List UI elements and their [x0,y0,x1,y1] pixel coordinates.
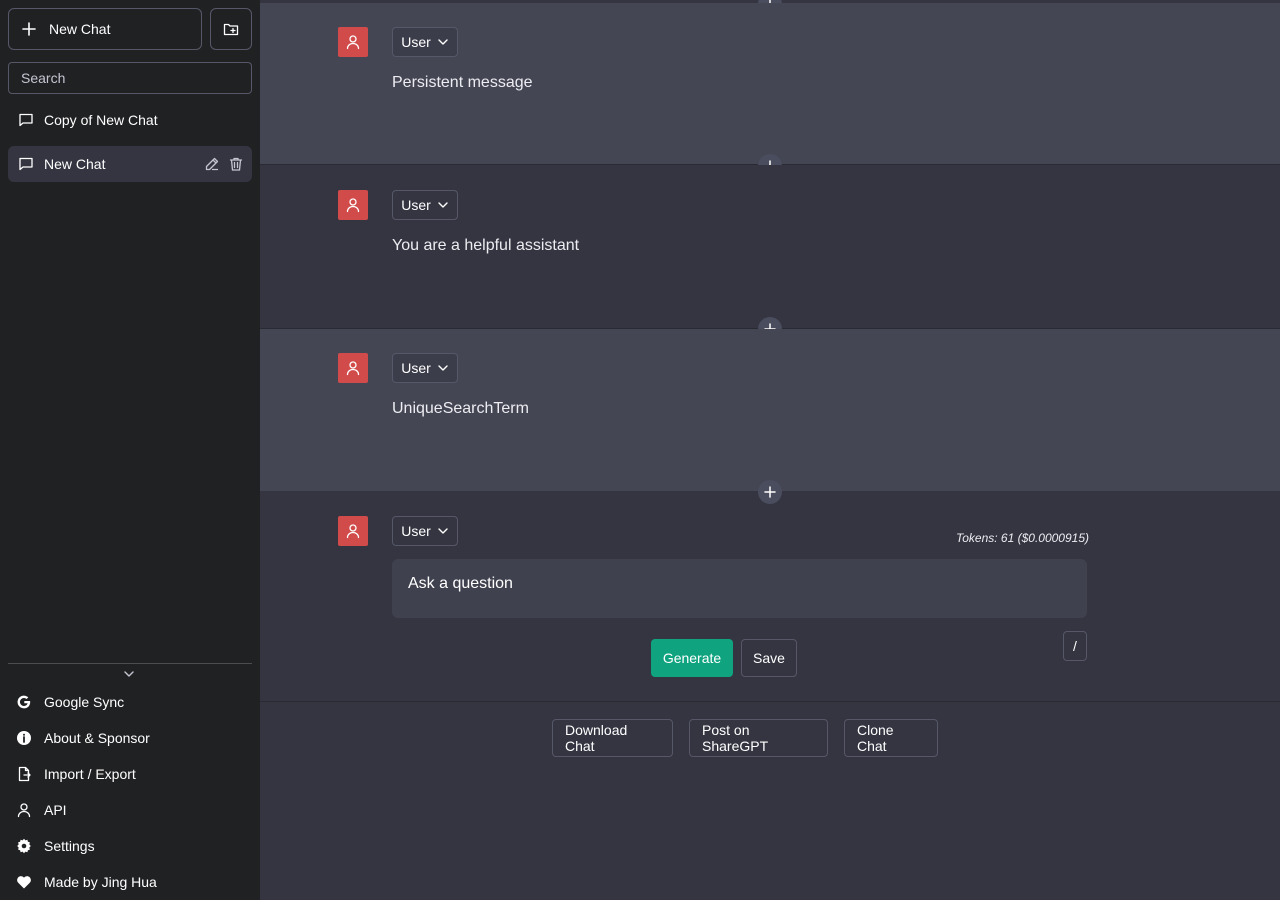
message-content[interactable]: UniqueSearchTerm [392,400,529,418]
chat-item-actions [204,156,244,172]
token-count: Tokens: 61 ($0.0000915) [956,531,1089,545]
message-content[interactable]: You are a helpful assistant [392,237,579,255]
chat-item-copy-of-new-chat[interactable]: Copy of New Chat [8,102,252,138]
role-select-value: User [401,197,431,213]
avatar [338,353,368,383]
heart-icon [17,876,31,889]
message-row: User You are a helpful assistant [260,165,1280,328]
person-icon [17,803,31,818]
pencil-icon[interactable] [204,156,220,172]
chat-item-label: Copy of New Chat [44,112,158,128]
plus-icon [764,486,776,498]
chevron-down-icon [438,202,448,208]
chat-bubble-icon [19,113,33,127]
new-folder-button[interactable] [210,8,252,50]
new-chat-button[interactable]: New Chat [8,8,202,50]
role-select[interactable]: User [392,190,458,220]
avatar [338,516,368,546]
sidebar-divider [8,663,252,664]
info-icon [17,731,31,745]
menu-item-import-export[interactable]: Import / Export [16,764,136,784]
menu-item-label: Made by Jing Hua [44,874,157,890]
folder-plus-icon [223,23,239,36]
generate-button[interactable]: Generate [651,639,733,677]
chevron-down-icon [438,528,448,534]
file-export-icon [18,766,31,782]
message-content[interactable]: Persistent message [392,74,533,92]
user-icon [346,524,360,539]
chevron-down-icon [438,365,448,371]
role-select-value: User [401,34,431,50]
message-row: User UniqueSearchTerm [260,329,1280,491]
avatar [338,190,368,220]
menu-item-label: Import / Export [44,766,136,782]
menu-item-label: Settings [44,838,95,854]
menu-item-label: About & Sponsor [44,730,150,746]
new-chat-label: New Chat [49,21,111,37]
composer-role-select[interactable]: User [392,516,458,546]
message-row: User Persistent message [260,3,1280,164]
menu-item-made-by[interactable]: Made by Jing Hua [16,872,157,892]
plus-icon [22,22,36,36]
menu-item-api[interactable]: API [16,800,67,820]
user-icon [346,198,360,213]
avatar [338,27,368,57]
menu-item-google-sync[interactable]: Google Sync [16,692,124,712]
chat-main: User Persistent message User You are a h… [260,0,1280,900]
menu-item-label: Google Sync [44,694,125,710]
save-button[interactable]: Save [741,639,797,677]
insert-message-button[interactable] [758,480,782,504]
share-gpt-button[interactable]: Post on ShareGPT [689,719,828,757]
role-select-value: User [401,360,431,376]
search-input[interactable] [8,62,252,94]
chevron-down-icon[interactable] [122,668,136,680]
chevron-down-icon [438,39,448,45]
menu-item-settings[interactable]: Settings [16,836,95,856]
chat-bubble-icon [19,157,33,171]
chat-item-label: New Chat [44,156,106,172]
role-select[interactable]: User [392,353,458,383]
user-icon [346,361,360,376]
message-input[interactable] [392,559,1087,618]
sidebar: New Chat Copy of New Chat New Chat Googl… [0,0,260,900]
role-select-value: User [401,523,431,539]
role-select[interactable]: User [392,27,458,57]
google-icon [17,695,31,709]
gear-icon [17,838,31,854]
command-prompt-button[interactable]: / [1063,631,1087,661]
footer-divider [260,701,1280,702]
user-icon [346,35,360,50]
download-chat-button[interactable]: Download Chat [552,719,673,757]
menu-item-about-sponsor[interactable]: About & Sponsor [16,728,150,748]
chat-item-new-chat[interactable]: New Chat [8,146,252,182]
menu-item-label: API [44,802,67,818]
trash-icon[interactable] [228,156,244,172]
clone-chat-button[interactable]: Clone Chat [844,719,938,757]
